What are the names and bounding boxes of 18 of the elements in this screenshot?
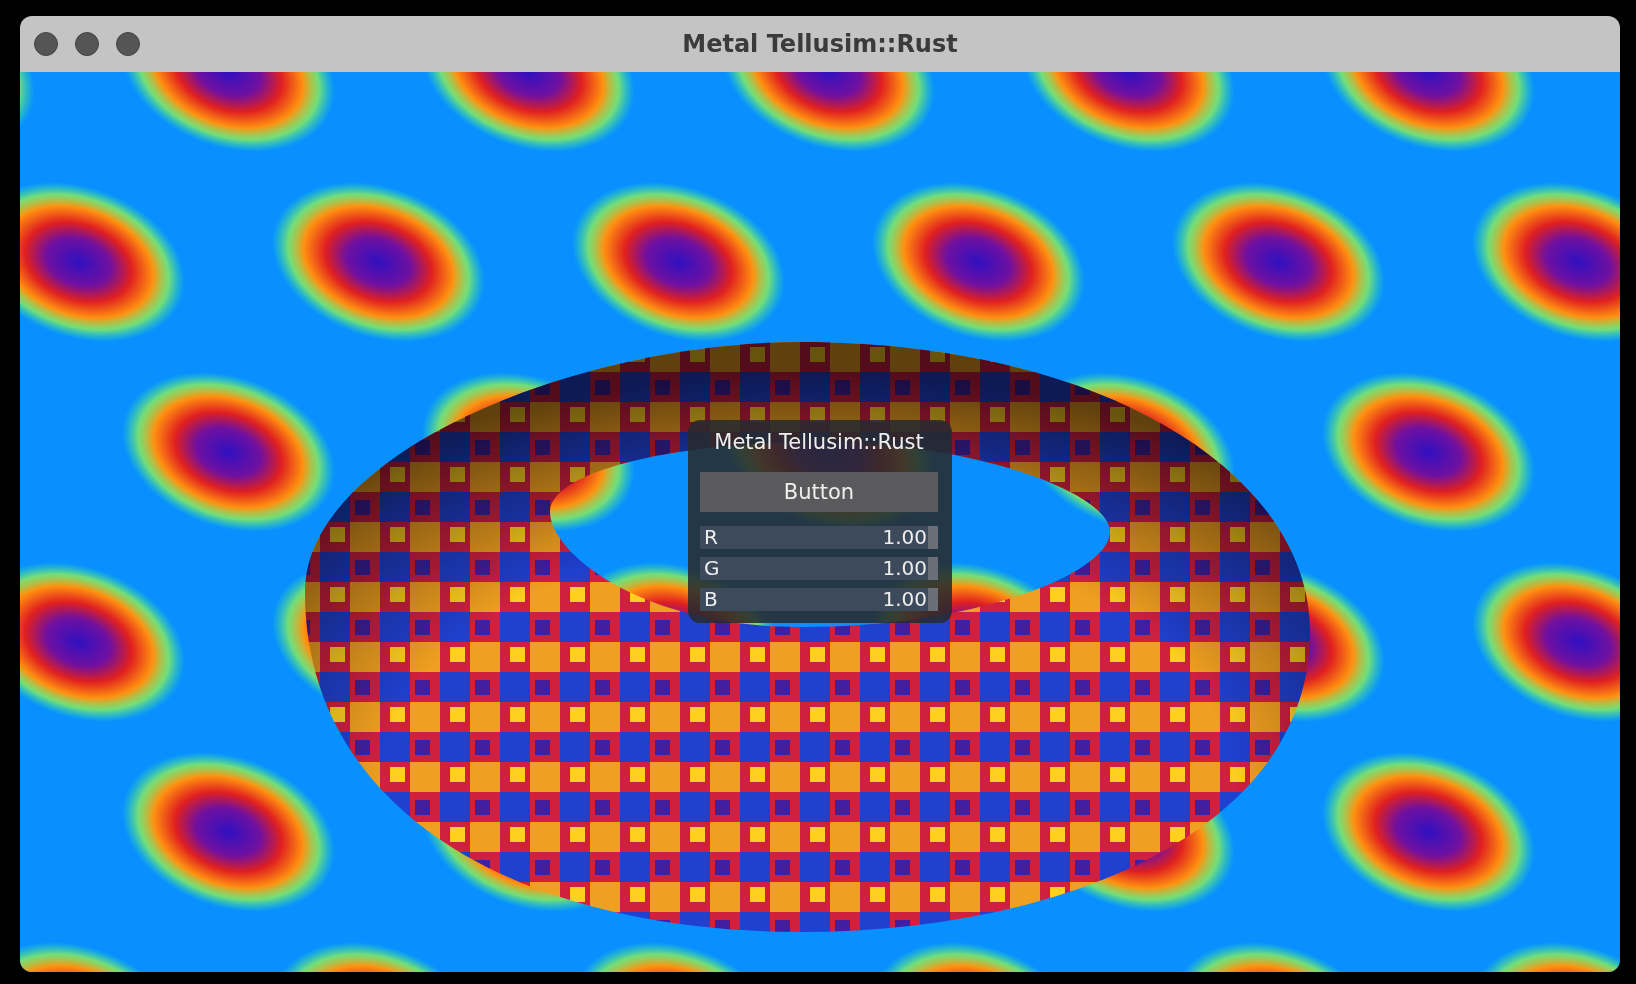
button[interactable]: Button [700,472,938,512]
slider-value: 1.00 [882,588,927,611]
slider-thumb[interactable] [928,588,938,611]
slider-value: 1.00 [882,526,927,549]
close-button[interactable] [34,32,58,56]
slider[interactable]: B 1.00 [700,588,938,611]
slider-label: B [704,588,718,611]
slider-value: 1.00 [882,557,927,580]
slider[interactable]: R 1.00 [700,526,938,549]
slider[interactable]: G 1.00 [700,557,938,580]
panel-title: Metal Tellusim::Rust [713,429,925,456]
slider-thumb[interactable] [928,557,938,580]
minimize-button[interactable] [75,32,99,56]
window-title: Metal Tellusim::Rust [682,30,958,58]
zoom-button[interactable] [116,32,140,56]
slider-thumb[interactable] [928,526,938,549]
slider-label: G [704,557,720,580]
slider-label: R [704,526,718,549]
